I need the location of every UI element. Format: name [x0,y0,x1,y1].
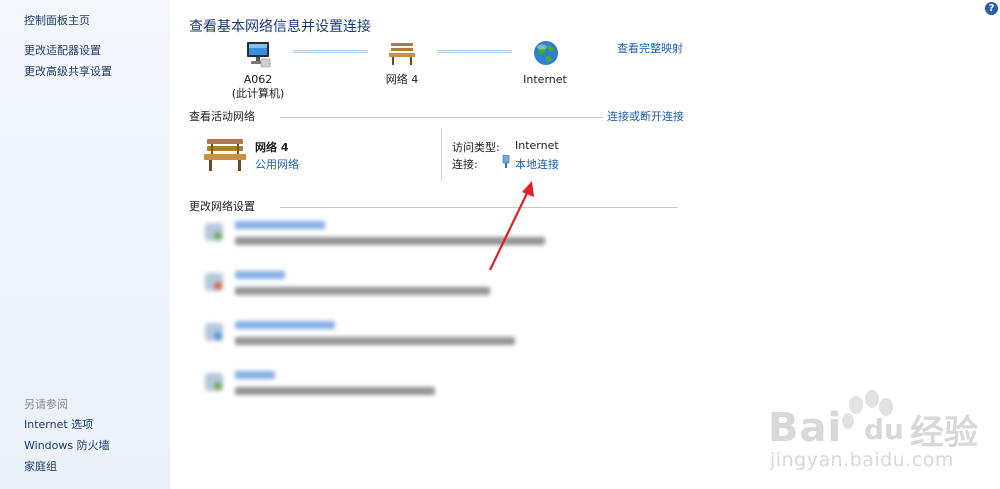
connection-label: 连接: [452,158,478,171]
help-icon[interactable]: ? [985,2,998,15]
network-node-name: 网络 4 [385,73,419,86]
settings-option-4-desc [235,387,435,395]
sidebar-home-link[interactable]: 控制面板主页 [24,12,90,28]
connect-disconnect-link[interactable]: 连接或断开连接 [607,108,684,124]
computer-icon [247,42,271,68]
local-connection-link[interactable]: 本地连接 [515,156,559,172]
change-settings-title: 更改网络设置 [189,200,255,213]
see-also-windows-firewall[interactable]: Windows 防火墙 [24,437,110,453]
see-also-homegroup[interactable]: 家庭组 [24,458,57,474]
settings-option-2[interactable] [205,271,565,301]
active-networks-title: 查看活动网络 [189,110,255,123]
settings-option-3[interactable] [205,321,565,351]
view-full-map-link[interactable]: 查看完整映射 [617,40,683,56]
settings-option-1-icon [205,223,223,241]
settings-option-3-title [235,321,335,329]
connection-line-2 [438,50,512,53]
computer-name: A062 [243,73,273,86]
access-type-label: 访问类型: [452,141,500,154]
page-title: 查看基本网络信息并设置连接 [189,19,371,35]
sidebar-item-adapter-settings[interactable]: 更改适配器设置 [24,42,101,58]
see-also-title: 另请参阅 [24,398,68,411]
baidu-watermark: Bai du 经验 jingyan.baidu.com [760,385,1000,489]
ethernet-plug-icon [502,155,510,168]
settings-option-3-icon [205,323,223,341]
internet-node-name: Internet [523,73,567,86]
watermark-brand-cn: 经验 [910,413,978,453]
settings-option-1-title [235,221,325,229]
network-node: 网络 4 [372,73,432,87]
active-network-name: 网络 4 [255,141,289,154]
watermark-brand-latin: Bai [768,405,843,451]
settings-option-4[interactable] [205,371,565,401]
settings-option-4-title [235,371,275,379]
active-network-type-link[interactable]: 公用网络 [255,156,299,172]
internet-node: Internet [515,73,575,87]
active-network-divider [441,128,442,182]
settings-option-4-icon [205,373,223,391]
connection-line-1 [293,50,368,53]
public-network-bench-icon [389,43,415,65]
settings-option-2-title [235,271,285,279]
watermark-url: jingyan.baidu.com [770,449,954,471]
settings-option-2-desc [235,287,490,295]
settings-option-3-desc [235,337,515,345]
watermark-brand-latin2: du [864,413,904,446]
internet-globe-icon [534,41,558,65]
sidebar: 控制面板主页 更改适配器设置 更改高级共享设置 另请参阅 Internet 选项… [0,0,170,489]
change-settings-divider [280,207,678,208]
annotation-arrow-icon [489,181,534,271]
active-network-bench-icon [204,139,246,171]
active-networks-divider [280,117,603,118]
settings-option-2-icon [205,273,223,291]
computer-subtitle: (此计算机) [231,87,285,100]
access-type-value: Internet [515,139,559,152]
sidebar-item-advanced-sharing[interactable]: 更改高级共享设置 [24,63,112,79]
computer-node: A062 (此计算机) [228,73,288,101]
see-also-internet-options[interactable]: Internet 选项 [24,416,93,432]
